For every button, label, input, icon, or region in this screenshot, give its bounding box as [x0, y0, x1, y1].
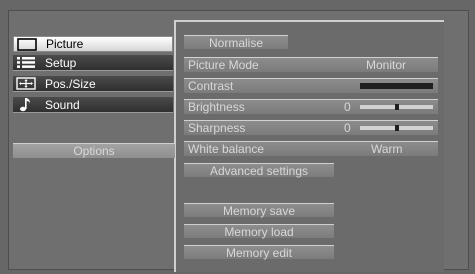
picture-mode-label: Picture Mode	[188, 58, 259, 72]
brightness-label: Brightness	[188, 100, 245, 114]
music-note-icon	[15, 98, 37, 112]
white-balance-label: White balance	[188, 142, 265, 156]
sidebar-item-label: Setup	[45, 55, 77, 70]
options-button[interactable]: Options	[13, 143, 175, 158]
brightness-row[interactable]: Brightness 0	[184, 99, 438, 114]
advanced-settings-button[interactable]: Advanced settings	[184, 163, 334, 178]
brightness-value: 0	[344, 100, 351, 114]
sharpness-value: 0	[344, 121, 351, 135]
sharpness-label: Sharpness	[188, 121, 246, 135]
brightness-slider[interactable]	[360, 104, 433, 110]
brightness-slider-knob[interactable]	[395, 104, 399, 110]
picture-mode-row[interactable]: Picture Mode Monitor	[184, 57, 438, 72]
contrast-row[interactable]: Contrast	[184, 78, 438, 93]
memory-edit-button[interactable]: Memory edit	[184, 245, 334, 260]
position-size-icon	[15, 77, 37, 91]
white-balance-value: Warm	[371, 142, 403, 156]
list-icon	[15, 56, 37, 70]
sidebar-item-setup[interactable]: Setup	[13, 55, 173, 71]
contrast-slider[interactable]	[360, 83, 433, 89]
white-balance-row[interactable]: White balance Warm	[184, 141, 438, 156]
monitor-icon	[16, 37, 38, 51]
sharpness-slider-knob[interactable]	[395, 125, 399, 131]
sidebar-item-pos-size[interactable]: Pos./Size	[13, 76, 173, 92]
picture-mode-value: Monitor	[366, 58, 407, 72]
memory-save-button[interactable]: Memory save	[184, 203, 334, 218]
sidebar-item-picture[interactable]: Picture	[13, 36, 173, 52]
sidebar-item-label: Picture	[46, 37, 84, 51]
sidebar-item-label: Pos./Size	[45, 76, 96, 91]
contrast-label: Contrast	[188, 79, 234, 93]
sidebar-item-sound[interactable]: Sound	[13, 97, 173, 113]
normalise-button[interactable]: Normalise	[184, 35, 288, 50]
sidebar-item-label: Sound	[45, 97, 80, 112]
sharpness-row[interactable]: Sharpness 0	[184, 120, 438, 135]
memory-load-button[interactable]: Memory load	[184, 224, 334, 239]
sharpness-slider[interactable]	[360, 125, 433, 131]
